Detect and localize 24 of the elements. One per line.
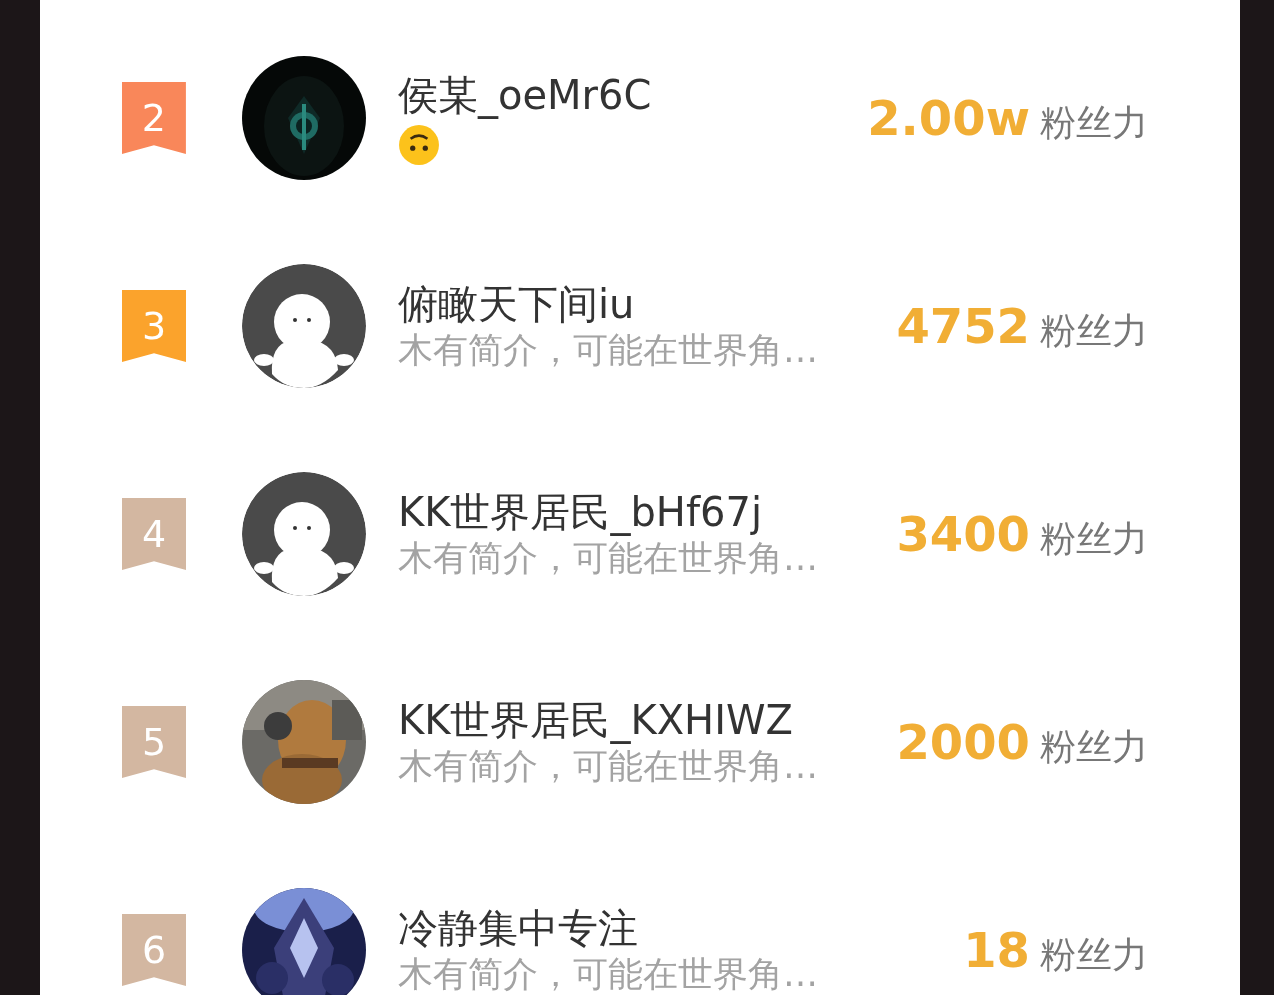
rank-badge: 4 — [122, 498, 186, 570]
user-bio: 木有简介，可能在世界角… — [398, 953, 819, 995]
score-unit: 粉丝力 — [1040, 517, 1148, 561]
fan-score: 3400 — [896, 505, 1030, 564]
score-unit: 粉丝力 — [1040, 725, 1148, 769]
user-bio: 木有简介，可能在世界角… — [398, 329, 819, 373]
fan-score: 4752 — [896, 297, 1030, 356]
rank-badge: 3 — [122, 290, 186, 362]
user-name[interactable]: KK世界居民_KXHIWZ — [398, 695, 868, 746]
rank-badge: 2 — [122, 82, 186, 154]
score-unit: 粉丝力 — [1040, 101, 1148, 145]
user-name[interactable]: KK世界居民_bHf67j — [398, 487, 868, 538]
user-name[interactable]: 冷静集中专注 — [398, 903, 868, 954]
rank-badge: 5 — [122, 706, 186, 778]
fan-score: 18 — [963, 921, 1030, 980]
fan-score: 2000 — [896, 713, 1030, 772]
user-bio: 木有简介，可能在世界角… — [398, 537, 819, 581]
user-name[interactable]: 侯某_oeMr6C — [397, 70, 868, 120]
rank-badge: 6 — [122, 914, 186, 986]
user-bio: 木有简介，可能在世界角… — [398, 745, 819, 789]
user-name[interactable]: 俯瞰天下间iu — [398, 279, 868, 330]
score-unit: 粉丝力 — [1040, 309, 1148, 353]
score-unit: 粉丝力 — [1040, 933, 1148, 977]
fan-score: 2.00w — [867, 89, 1030, 148]
